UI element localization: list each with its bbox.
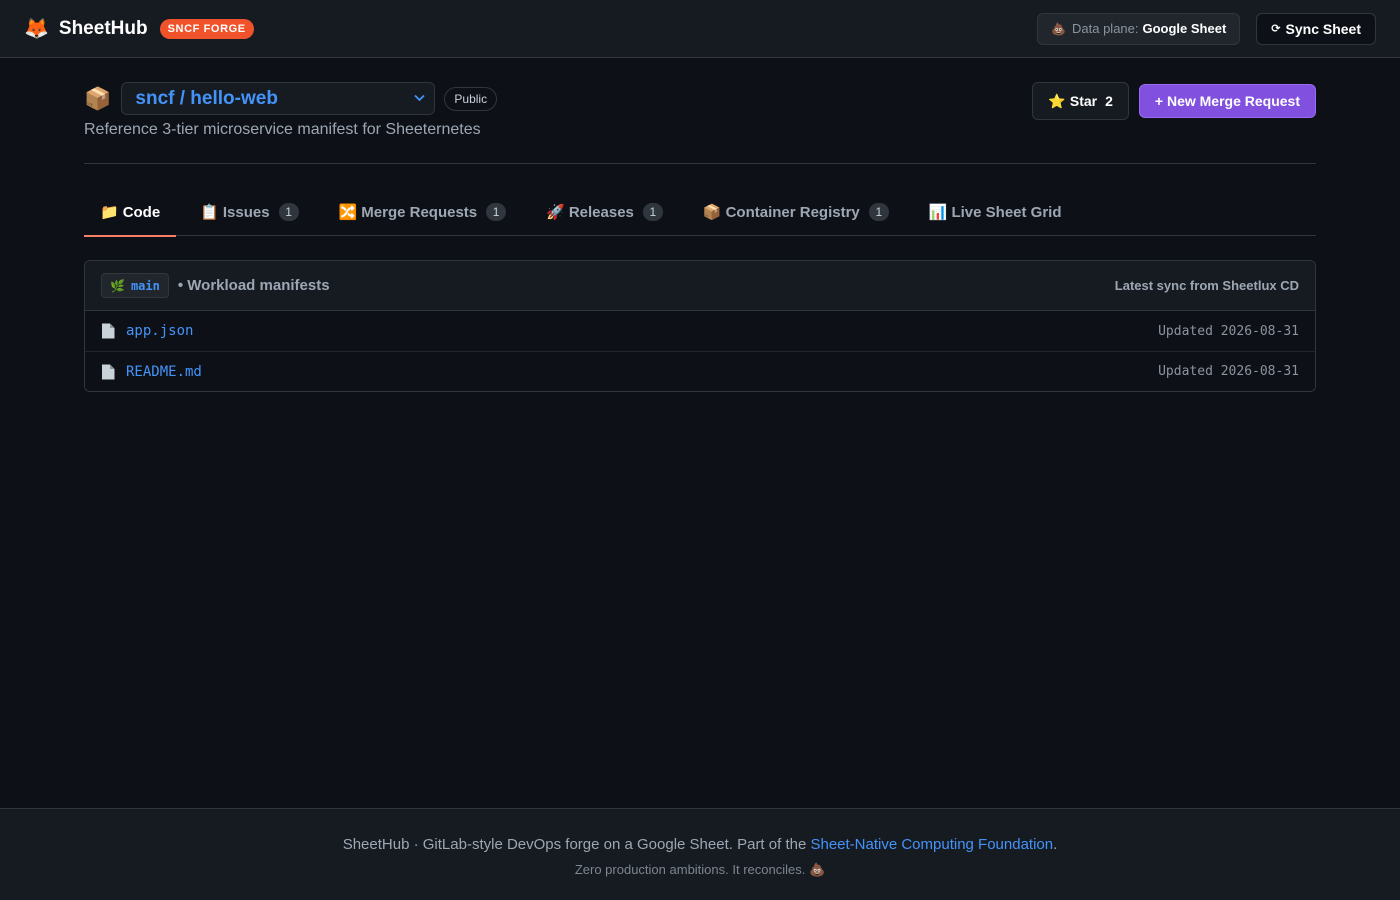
- file-name-link[interactable]: README.md: [126, 364, 202, 380]
- forge-badge: SNCF FORGE: [159, 18, 254, 39]
- file-browser-header: 🌿 main • Workload manifests Latest sync …: [85, 261, 1315, 311]
- star-count: 2: [1105, 93, 1113, 109]
- foundation-link[interactable]: Sheet-Native Computing Foundation: [810, 836, 1053, 853]
- leaf-icon: 🌿: [110, 278, 125, 293]
- tab-live-sheet-grid[interactable]: 📊 Live Sheet Grid: [913, 188, 1078, 236]
- tab-count: 1: [868, 203, 889, 221]
- clipboard-icon: 📋: [200, 204, 219, 221]
- tab-merge-requests[interactable]: 🔀 Merge Requests 1: [323, 188, 523, 236]
- repo-name: sncf / hello-web: [135, 87, 278, 109]
- repo-selector[interactable]: sncf / hello-web: [121, 82, 436, 115]
- data-plane-value: Google Sheet: [1142, 21, 1227, 36]
- tab-label: Releases: [568, 203, 634, 221]
- data-plane-indicator: 💩 Data plane: Google Sheet: [1037, 12, 1241, 45]
- sync-sheet-label: Sync Sheet: [1285, 20, 1361, 37]
- tab-label: Container Registry: [725, 203, 860, 221]
- file-row[interactable]: app.json Updated 2026-08-31: [85, 311, 1315, 351]
- bar-chart-icon: 📊: [928, 204, 948, 221]
- repo-header: 📦 sncf / hello-web Public Reference 3-ti…: [84, 82, 1316, 139]
- star-button[interactable]: ⭐ Star 2: [1032, 82, 1129, 120]
- chevron-down-icon: [414, 93, 426, 105]
- repo-description: Reference 3-tier microservice manifest f…: [84, 121, 481, 138]
- visibility-badge: Public: [444, 86, 498, 111]
- file-updated: Updated 2026-08-31: [1158, 323, 1299, 339]
- branch-name: main: [130, 278, 160, 293]
- branch-selector[interactable]: 🌿 main: [101, 273, 169, 298]
- file-updated: Updated 2026-08-31: [1158, 364, 1299, 379]
- poop-icon: 💩: [1051, 21, 1066, 36]
- file-icon: [101, 323, 115, 339]
- file-name-link[interactable]: app.json: [126, 323, 193, 339]
- new-merge-request-button[interactable]: + New Merge Request: [1138, 84, 1316, 118]
- footer-subtext: Zero production ambitions. It reconciles…: [574, 862, 826, 877]
- header-divider: [84, 163, 1316, 164]
- package-icon: 📦: [702, 204, 722, 221]
- brand-name[interactable]: SheetHub: [59, 18, 148, 40]
- tab-label: Code: [122, 203, 161, 221]
- sync-status: Latest sync from Sheetlux CD: [1114, 278, 1299, 293]
- panel-title: • Workload manifests: [177, 277, 330, 294]
- file-browser: 🌿 main • Workload manifests Latest sync …: [84, 260, 1316, 392]
- file-row[interactable]: README.md Updated 2026-08-31: [85, 351, 1315, 391]
- fox-logo-icon[interactable]: 🦊: [24, 19, 49, 39]
- folder-icon: 📁: [100, 204, 119, 221]
- file-icon: [101, 364, 115, 380]
- star-icon: ⭐: [1048, 92, 1066, 109]
- repo-actions: ⭐ Star 2 + New Merge Request: [1032, 82, 1316, 120]
- data-plane-label: Data plane:: [1072, 21, 1139, 36]
- tab-count: 1: [642, 203, 663, 221]
- tab-count: 1: [486, 203, 507, 221]
- rocket-icon: 🚀: [546, 204, 565, 221]
- tab-label: Live Sheet Grid: [951, 203, 1062, 221]
- tab-count: 1: [278, 203, 299, 221]
- shuffle-icon: 🔀: [338, 204, 358, 221]
- footer-period: .: [1053, 836, 1058, 853]
- footer-tagline: SheetHub · GitLab-style DevOps forge on …: [0, 836, 1400, 853]
- tab-container-registry[interactable]: 📦 Container Registry 1: [687, 188, 905, 236]
- tab-issues[interactable]: 📋 Issues 1: [184, 188, 314, 236]
- sync-icon: ⟳: [1271, 23, 1281, 35]
- package-icon: 📦: [84, 85, 112, 111]
- topbar-actions: 💩 Data plane: Google Sheet ⟳ Sync Sheet: [1037, 12, 1376, 45]
- footer: SheetHub · GitLab-style DevOps forge on …: [0, 808, 1400, 900]
- tab-code[interactable]: 📁 Code: [84, 188, 177, 237]
- tab-label: Merge Requests: [361, 203, 478, 221]
- tab-releases[interactable]: 🚀 Releases 1: [530, 188, 679, 236]
- sync-sheet-button[interactable]: ⟳ Sync Sheet: [1256, 12, 1376, 45]
- top-bar: 🦊 SheetHub SNCF FORGE 💩 Data plane: Goog…: [0, 0, 1400, 58]
- star-label: Star: [1069, 93, 1098, 109]
- tab-label: Issues: [222, 203, 270, 221]
- repo-tabs: 📁 Code 📋 Issues 1 🔀 Merge Requests 1 🚀 R…: [84, 188, 1316, 237]
- footer-text: SheetHub · GitLab-style DevOps forge on …: [342, 836, 811, 853]
